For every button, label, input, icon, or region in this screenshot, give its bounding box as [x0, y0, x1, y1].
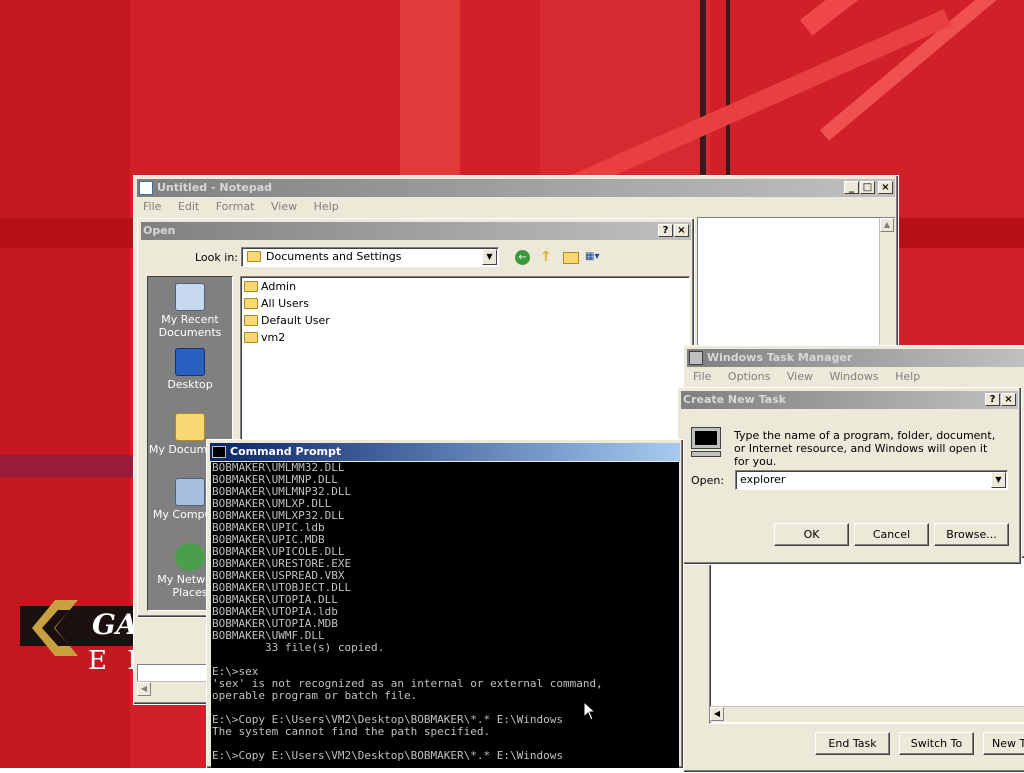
console-line: operable program or batch file. [212, 689, 418, 702]
open-input[interactable]: explorer ▼ [735, 470, 1008, 490]
scroll-left-arrow-icon[interactable]: ◀ [137, 682, 151, 696]
folder-icon [244, 298, 258, 309]
menu-options[interactable]: Options [728, 370, 770, 383]
scroll-left-arrow-icon[interactable]: ◀ [710, 707, 724, 721]
chevron-down-icon[interactable]: ▼ [991, 472, 1006, 488]
cancel-button[interactable]: Cancel [854, 523, 929, 546]
place-desktop[interactable]: Desktop [148, 348, 232, 391]
new-folder-icon[interactable] [563, 252, 579, 264]
open-label: Open: [691, 474, 725, 487]
open-dialog-title: Open [143, 224, 176, 237]
task-list[interactable] [709, 556, 1024, 724]
command-prompt-window[interactable]: Command Prompt BOBMAKER\UMLMM32.DLL BOBMA… [206, 439, 684, 768]
chevron-down-icon[interactable]: ▼ [482, 249, 497, 265]
create-task-title-bar[interactable]: Create New Task ? × [681, 391, 1018, 409]
menu-file[interactable]: File [143, 200, 161, 213]
minimize-button[interactable]: _ [844, 181, 859, 194]
create-task-title: Create New Task [683, 393, 786, 406]
logo-text: GA [92, 608, 138, 641]
list-item[interactable]: All Users [243, 296, 309, 311]
network-places-icon [175, 543, 205, 571]
cmd-title: Command Prompt [230, 445, 342, 458]
notepad-menubar: File Edit Format View Help [137, 198, 895, 216]
menu-format[interactable]: Format [216, 200, 255, 213]
console-line: E:\>Copy E:\Users\VM2\Desktop\BOBMAKER\*… [212, 749, 563, 762]
task-list-horizontal-scrollbar[interactable]: ◀ [710, 706, 1024, 722]
task-manager-app-icon [689, 351, 703, 365]
recent-documents-icon [175, 283, 205, 311]
menu-view[interactable]: View [787, 370, 813, 383]
look-in-value: Documents and Settings [266, 250, 402, 263]
console-output[interactable]: BOBMAKER\UMLMM32.DLL BOBMAKER\UMLMNP.DLL B… [211, 462, 679, 768]
wallpaper-stripe [700, 0, 706, 180]
folder-icon [244, 332, 258, 343]
desktop-icon [175, 348, 205, 376]
folder-icon [244, 315, 258, 326]
my-documents-icon [175, 413, 205, 441]
look-in-dropdown[interactable]: Documents and Settings ▼ [241, 247, 499, 267]
close-button[interactable]: × [674, 224, 689, 237]
monitor-icon [691, 427, 723, 459]
list-item[interactable]: Admin [243, 279, 296, 294]
task-manager-title: Windows Task Manager [707, 351, 853, 364]
open-dialog-title-bar[interactable]: Open ? × [141, 222, 691, 240]
list-item[interactable]: vm2 [243, 330, 285, 345]
help-button[interactable]: ? [985, 393, 1000, 406]
console-line: 33 file(s) copied. [212, 641, 385, 654]
logo-emblem [32, 600, 78, 656]
close-button[interactable]: × [878, 181, 893, 194]
notepad-title: Untitled - Notepad [157, 181, 273, 194]
close-button[interactable]: × [1001, 393, 1016, 406]
menu-edit[interactable]: Edit [178, 200, 199, 213]
list-item[interactable]: Default User [243, 313, 330, 328]
ok-button[interactable]: OK [774, 523, 849, 546]
task-manager-title-bar[interactable]: Windows Task Manager [687, 349, 1024, 367]
my-computer-icon [175, 478, 205, 506]
end-task-button[interactable]: End Task [815, 732, 890, 755]
browse-button[interactable]: Browse... [934, 523, 1009, 546]
notepad-horizontal-scrollbar[interactable]: ◀ [137, 681, 215, 697]
cmd-app-icon [212, 446, 226, 458]
back-arrow-icon[interactable]: ← [515, 250, 530, 265]
up-folder-icon[interactable]: ↑ [540, 249, 556, 265]
menu-help[interactable]: Help [895, 370, 920, 383]
console-line: The system cannot find the path specifie… [212, 725, 491, 738]
wallpaper-stripe [0, 455, 140, 477]
folder-icon [244, 281, 258, 292]
folder-icon [247, 251, 261, 262]
task-manager-menubar: File Options View Windows Help [687, 368, 1024, 386]
open-input-value: explorer [740, 473, 786, 486]
switch-to-button[interactable]: Switch To [899, 732, 974, 755]
menu-file[interactable]: File [693, 370, 711, 383]
cmd-title-bar[interactable]: Command Prompt [210, 443, 680, 461]
create-new-task-dialog[interactable]: Create New Task ? × Type the name of a p… [677, 387, 1022, 565]
place-recent-documents[interactable]: My Recent Documents [148, 283, 232, 339]
look-in-label: Look in: [195, 251, 238, 264]
scroll-up-arrow-icon[interactable]: ▲ [880, 218, 894, 232]
menu-windows[interactable]: Windows [829, 370, 878, 383]
create-task-prompt: Type the name of a program, folder, docu… [734, 429, 996, 468]
menu-view[interactable]: View [271, 200, 297, 213]
view-menu-icon[interactable]: ▦▾ [585, 251, 607, 265]
menu-help[interactable]: Help [314, 200, 339, 213]
mouse-cursor-icon [583, 701, 597, 721]
help-button[interactable]: ? [658, 224, 673, 237]
maximize-button[interactable]: □ [860, 181, 875, 194]
wallpaper-stripe [726, 0, 730, 180]
new-task-button[interactable]: New Task... [983, 732, 1024, 755]
wallpaper-stripe [400, 0, 460, 180]
notepad-title-bar[interactable]: Untitled - Notepad _ □ × [137, 179, 895, 197]
notepad-app-icon [139, 181, 153, 195]
